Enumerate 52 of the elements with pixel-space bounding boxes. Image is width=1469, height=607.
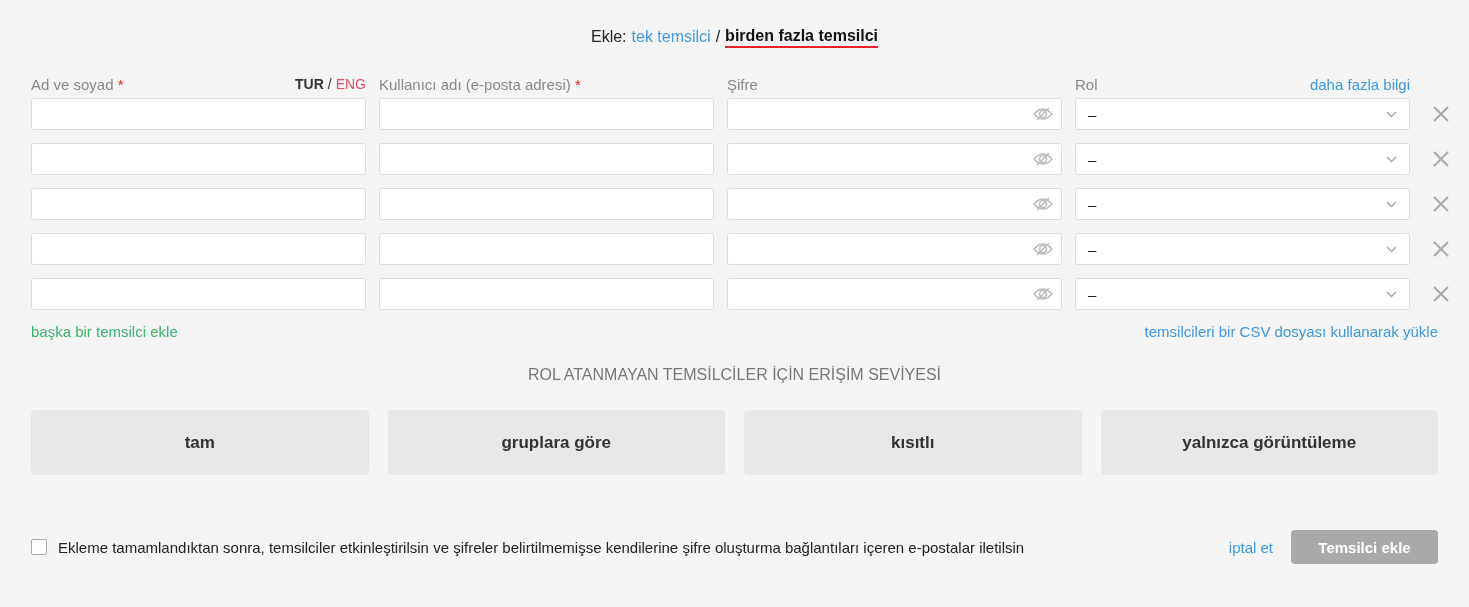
close-icon[interactable] — [1433, 241, 1449, 257]
chevron-down-icon — [1386, 245, 1397, 253]
email-input-field[interactable] — [379, 188, 714, 220]
checkbox[interactable] — [31, 539, 47, 555]
chevron-down-icon — [1386, 200, 1397, 208]
password-input-field[interactable] — [727, 278, 1062, 310]
eye-icon[interactable] — [1033, 287, 1053, 301]
language-toggle[interactable]: ENG — [335, 76, 366, 92]
column-label: Rol — [1075, 75, 1098, 93]
role-dropdown[interactable]: – — [1075, 233, 1410, 265]
chevron-down-icon — [1386, 110, 1397, 118]
email-input-field[interactable] — [379, 98, 714, 130]
name-input-field[interactable] — [31, 143, 366, 175]
close-icon[interactable] — [1433, 151, 1449, 167]
access-level-button[interactable]: tam — [31, 410, 369, 475]
name-input-field[interactable] — [31, 233, 366, 265]
password-input-field[interactable] — [727, 233, 1062, 265]
language-toggle[interactable]: TUR — [295, 76, 324, 92]
close-icon[interactable] — [1433, 106, 1449, 122]
name-input-field[interactable] — [31, 188, 366, 220]
eye-icon[interactable] — [1033, 242, 1053, 256]
password-input-field[interactable] — [727, 143, 1062, 175]
access-level-button[interactable]: gruplara göre — [387, 410, 725, 475]
email-input-field[interactable] — [379, 143, 714, 175]
eye-icon[interactable] — [1033, 197, 1053, 211]
name-input-field[interactable] — [31, 98, 366, 130]
password-input-field[interactable] — [727, 188, 1062, 220]
chevron-down-icon — [1386, 155, 1397, 163]
close-icon[interactable] — [1433, 196, 1449, 212]
add-label: Ekle: — [590, 28, 627, 46]
section-title: ROL ATANMAYAN TEMSİLCİLER İÇİN ERİŞİM SEVİYESİ — [526, 366, 943, 384]
role-dropdown[interactable]: – — [1075, 188, 1410, 220]
close-icon[interactable] — [1433, 286, 1449, 302]
access-level-button[interactable]: yalnızca görüntüleme — [1100, 410, 1438, 475]
column-label: Kullanıcı adı (e-posta adresi) * — [379, 75, 581, 93]
separator: / — [715, 28, 721, 46]
eye-icon[interactable] — [1033, 107, 1053, 121]
column-label: Ad ve soyad * — [31, 75, 124, 93]
separator: / — [327, 76, 332, 92]
chevron-down-icon — [1386, 290, 1397, 298]
password-input-field[interactable] — [727, 98, 1062, 130]
mode-tab[interactable]: birden fazla temsilci — [725, 26, 879, 48]
checkbox-label: Ekleme tamamlandıktan sonra, temsilciler etkinleştirilsin ve şifreler belirtilmemişse kendilerine şifre oluşturma bağlantıları içeren e-postalar iletilsin — [58, 538, 1025, 556]
access-level-button[interactable]: kısıtlı — [744, 410, 1082, 475]
role-dropdown[interactable]: – — [1075, 98, 1410, 130]
column-label: Şifre — [727, 75, 758, 93]
name-input-field[interactable] — [31, 278, 366, 310]
email-input-field[interactable] — [379, 233, 714, 265]
role-dropdown[interactable]: – — [1075, 278, 1410, 310]
eye-icon[interactable] — [1033, 152, 1053, 166]
role-dropdown[interactable]: – — [1075, 143, 1410, 175]
email-input-field[interactable] — [379, 278, 714, 310]
